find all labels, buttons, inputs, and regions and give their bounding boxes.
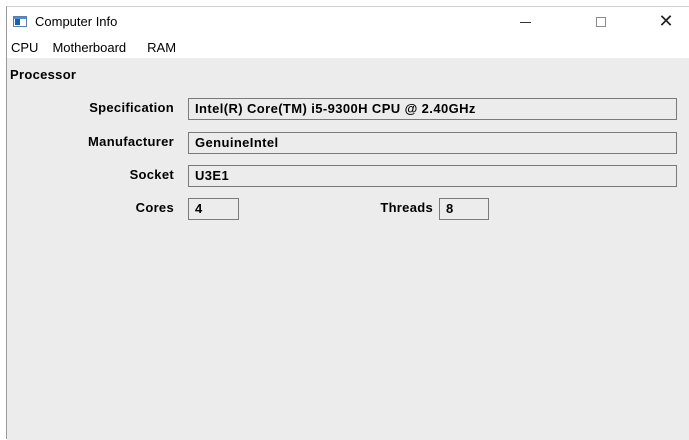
app-window: Computer Info ✕ CPU Motherboard RAM Proc…	[6, 6, 689, 440]
title-bar[interactable]: Computer Info ✕	[7, 7, 689, 37]
cores-field[interactable]: 4	[188, 198, 239, 220]
manufacturer-field[interactable]: GenuineIntel	[188, 132, 677, 154]
manufacturer-label: Manufacturer	[88, 134, 174, 149]
close-icon: ✕	[658, 11, 674, 32]
processor-panel: Processor Specification Intel(R) Core(TM…	[7, 58, 689, 440]
app-window-icon	[13, 16, 27, 27]
socket-label: Socket	[129, 167, 174, 182]
maximize-icon	[596, 17, 606, 27]
menu-item-ram[interactable]: RAM	[147, 40, 176, 55]
maximize-button[interactable]	[578, 7, 624, 37]
specification-label: Specification	[89, 100, 174, 115]
minimize-icon	[519, 21, 531, 23]
threads-field[interactable]: 8	[439, 198, 489, 220]
specification-field[interactable]: Intel(R) Core(TM) i5-9300H CPU @ 2.40GHz	[188, 98, 677, 120]
cores-label: Cores	[135, 200, 174, 215]
section-title: Processor	[10, 67, 77, 82]
menu-bar: CPU Motherboard RAM	[7, 37, 689, 58]
socket-field[interactable]: U3E1	[188, 165, 677, 187]
menu-item-motherboard[interactable]: Motherboard	[52, 40, 126, 55]
window-title: Computer Info	[35, 14, 118, 29]
menu-item-cpu[interactable]: CPU	[11, 40, 38, 55]
threads-label: Threads	[380, 200, 433, 215]
close-button[interactable]: ✕	[643, 7, 689, 37]
minimize-button[interactable]	[502, 7, 548, 37]
